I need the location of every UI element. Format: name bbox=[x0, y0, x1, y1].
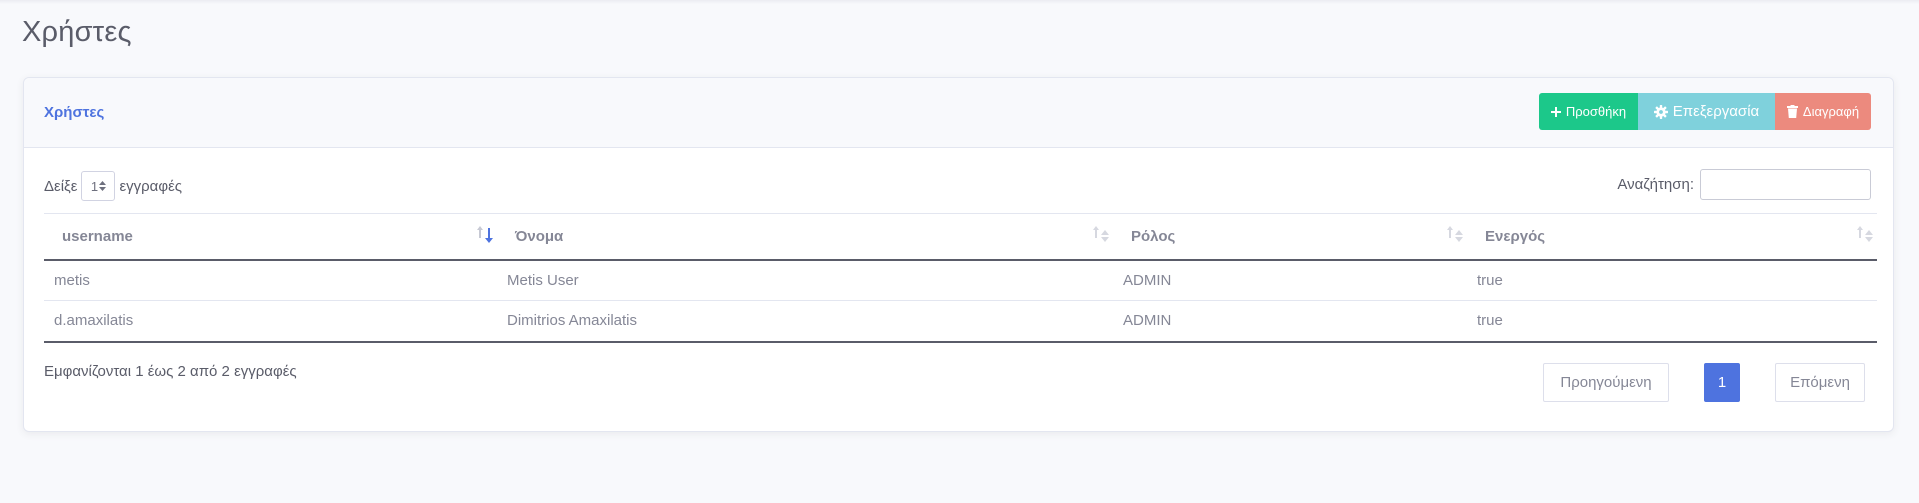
sort-icon bbox=[1857, 226, 1873, 242]
page-length-control: Δείξε 1 εγγραφές bbox=[44, 171, 182, 201]
edit-button[interactable]: Επεξεργασία bbox=[1638, 93, 1775, 130]
delete-button-label: Διαγραφή bbox=[1802, 104, 1860, 119]
previous-page-button[interactable]: Προηγούμενη bbox=[1543, 363, 1669, 402]
topbar-shadow bbox=[0, 0, 1919, 4]
plus-icon bbox=[1550, 106, 1561, 117]
sort-icon bbox=[1447, 226, 1463, 242]
cell-active: true bbox=[1467, 259, 1877, 301]
page-length-select[interactable]: 1 bbox=[81, 171, 116, 201]
delete-button[interactable]: Διαγραφή bbox=[1775, 93, 1871, 130]
page-length-value: 1 bbox=[90, 178, 99, 194]
table-row[interactable]: d.amaxilatis Dimitrios Amaxilatis ADMIN … bbox=[44, 300, 1877, 343]
card-title: Χρήστες bbox=[44, 104, 105, 121]
cell-username: d.amaxilatis bbox=[44, 300, 497, 343]
search-input[interactable] bbox=[1700, 169, 1871, 200]
action-button-group: Προσθήκη Επεξεργασία Διαγραφή bbox=[1539, 93, 1871, 130]
column-header-active[interactable]: Ενεργός bbox=[1467, 213, 1877, 261]
cell-role: ADMIN bbox=[1113, 259, 1467, 301]
column-header-username[interactable]: username bbox=[44, 213, 497, 261]
column-header-name[interactable]: Όνομα bbox=[497, 213, 1113, 261]
cell-name: Dimitrios Amaxilatis bbox=[497, 300, 1113, 343]
cell-role: ADMIN bbox=[1113, 300, 1467, 343]
trash-icon bbox=[1786, 105, 1798, 118]
table-row[interactable]: metis Metis User ADMIN true bbox=[44, 259, 1877, 301]
search-label: Αναζήτηση: bbox=[1617, 176, 1694, 193]
column-header-label: Όνομα bbox=[515, 227, 564, 245]
users-card: Χρήστες Προσθήκη Επεξεργασία Διαγραφή Δε… bbox=[23, 77, 1894, 432]
table-info: Εμφανίζονται 1 έως 2 από 2 εγγραφές bbox=[44, 363, 297, 380]
cell-active: true bbox=[1467, 300, 1877, 343]
page-1-button[interactable]: 1 bbox=[1704, 363, 1740, 402]
gear-icon bbox=[1653, 104, 1668, 119]
sort-icon bbox=[1093, 226, 1109, 242]
add-button[interactable]: Προσθήκη bbox=[1539, 93, 1638, 130]
records-label: εγγραφές bbox=[119, 177, 182, 195]
pagination: Προηγούμενη 1 Επόμενη bbox=[1543, 363, 1865, 402]
sort-desc-icon bbox=[477, 226, 493, 243]
column-header-label: username bbox=[62, 227, 133, 245]
edit-button-label: Επεξεργασία bbox=[1672, 103, 1760, 120]
users-table: username Όνομα Ρόλος Ενεργός metis Metis… bbox=[44, 213, 1877, 343]
search-control: Αναζήτηση: bbox=[1617, 169, 1871, 200]
column-header-role[interactable]: Ρόλος bbox=[1113, 213, 1467, 261]
show-label: Δείξε bbox=[44, 177, 78, 195]
column-header-label: Ρόλος bbox=[1131, 227, 1176, 245]
next-page-button[interactable]: Επόμενη bbox=[1775, 363, 1865, 402]
card-header: Χρήστες Προσθήκη Επεξεργασία Διαγραφή bbox=[24, 78, 1893, 148]
page-title: Χρήστες bbox=[22, 16, 132, 48]
column-header-label: Ενεργός bbox=[1485, 227, 1546, 245]
cell-username: metis bbox=[44, 259, 497, 301]
select-arrows-icon bbox=[99, 181, 107, 191]
add-button-label: Προσθήκη bbox=[1565, 104, 1627, 119]
cell-name: Metis User bbox=[497, 259, 1113, 301]
table-header-row: username Όνομα Ρόλος Ενεργός bbox=[44, 213, 1877, 261]
